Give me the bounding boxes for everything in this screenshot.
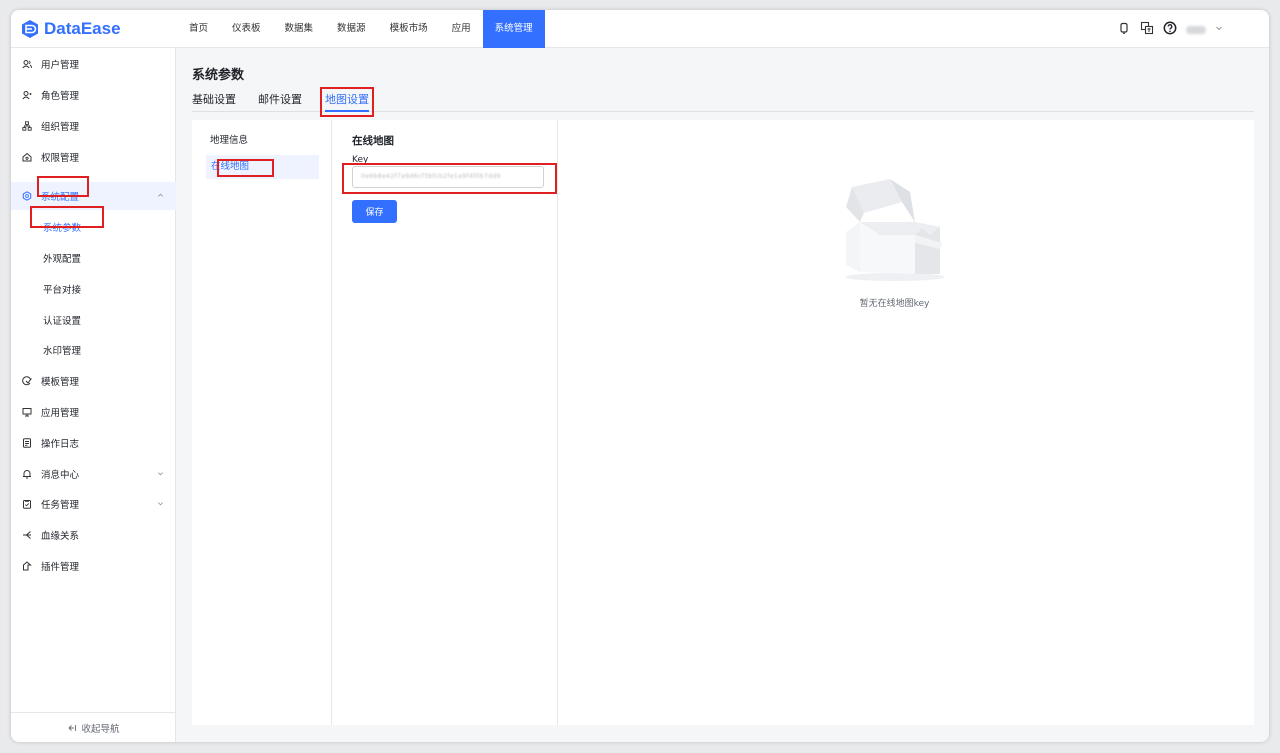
map-settings-card: 地理信息 在线地图 在线地图 Key 0e6b8e42f7a9d6cf3bfcb… xyxy=(192,120,1254,725)
chevron-down-icon xyxy=(158,472,163,476)
dataease-logo-icon xyxy=(22,20,38,38)
logo-text: DataEase xyxy=(44,19,121,38)
sidebar-item-label: 操作日志 xyxy=(41,439,80,450)
help-icon[interactable] xyxy=(1163,21,1177,35)
user-icon xyxy=(22,60,32,69)
chevron-down-icon[interactable] xyxy=(1215,24,1223,32)
map-menu-online-map[interactable]: 在线地图 xyxy=(206,155,319,179)
sidebar-item-message-center[interactable]: 消息中心 xyxy=(11,460,176,488)
key-input[interactable]: 0e6b8e42f7a9d6cf3bfcb2fe1a9f4f0b7dd9 xyxy=(352,166,544,188)
sidebar-item-permission-management[interactable]: 权限管理 xyxy=(11,143,176,171)
app-icon xyxy=(22,408,32,417)
header-tools xyxy=(1117,21,1223,35)
settings-icon xyxy=(22,191,32,201)
sidebar: 用户管理 角色管理 组织管理 权限管理 系统配置 系统参数 外观配置 平台对接 … xyxy=(11,48,176,742)
sidebar-item-task-management[interactable]: 任务管理 xyxy=(11,490,176,518)
log-icon xyxy=(23,438,31,448)
top-header: DataEase 首页 仪表板 数据集 数据源 模板市场 应用 系统管理 xyxy=(11,10,1269,48)
sidebar-item-label: 用户管理 xyxy=(41,60,80,71)
sidebar-item-plugin-management[interactable]: 插件管理 xyxy=(11,552,176,580)
sidebar-item-lineage[interactable]: 血缘关系 xyxy=(11,521,176,549)
sidebar-item-user-management[interactable]: 用户管理 xyxy=(11,50,176,78)
sidebar-item-operation-log[interactable]: 操作日志 xyxy=(11,429,176,457)
sidebar-item-label: 插件管理 xyxy=(41,562,80,573)
settings-tabs: 基础设置 邮件设置 地图设置 xyxy=(192,91,1254,112)
translate-icon[interactable] xyxy=(1140,21,1154,35)
collapse-nav-label: 收起导航 xyxy=(81,723,120,735)
sidebar-item-label: 应用管理 xyxy=(41,408,80,419)
sidebar-item-org-management[interactable]: 组织管理 xyxy=(11,112,176,140)
map-menu: 地理信息 在线地图 xyxy=(192,120,332,725)
sidebar-item-label: 组织管理 xyxy=(41,122,80,133)
sidebar-sub-item-platform[interactable]: 平台对接 xyxy=(11,275,176,303)
map-menu-geo-info[interactable]: 地理信息 xyxy=(210,129,248,153)
permission-icon xyxy=(22,152,32,162)
nav-dashboard[interactable]: 仪表板 xyxy=(220,10,273,48)
top-nav: 首页 仪表板 数据集 数据源 模板市场 应用 系统管理 xyxy=(177,10,545,48)
notification-icon[interactable] xyxy=(1117,21,1131,35)
page-title: 系统参数 xyxy=(192,68,245,83)
key-value: 0e6b8e42f7a9d6cf3bfcb2fe1a9f4f0b7dd9 xyxy=(361,173,501,180)
nav-system-management[interactable]: 系统管理 xyxy=(482,10,545,48)
save-button[interactable]: 保存 xyxy=(352,200,397,223)
chevron-down-icon xyxy=(158,502,163,506)
logo[interactable]: DataEase xyxy=(20,18,121,40)
empty-state-text: 暂无在线地图key xyxy=(859,299,930,309)
sidebar-item-label: 血缘关系 xyxy=(41,531,80,542)
app-window: DataEase 首页 仪表板 数据集 数据源 模板市场 应用 系统管理 用户管… xyxy=(11,10,1269,742)
online-map-title: 在线地图 xyxy=(352,135,394,147)
empty-box-icon xyxy=(845,179,945,281)
plugin-icon xyxy=(23,561,32,571)
tab-map-settings[interactable]: 地图设置 xyxy=(325,91,369,112)
nav-template-market[interactable]: 模板市场 xyxy=(378,10,440,48)
user-name-blurred[interactable] xyxy=(1186,25,1206,34)
collapse-icon xyxy=(68,724,77,731)
sidebar-item-role-management[interactable]: 角色管理 xyxy=(11,81,176,109)
sidebar-sub-item-system-params[interactable]: 系统参数 xyxy=(11,213,176,241)
sidebar-item-system-config[interactable]: 系统配置 xyxy=(11,182,176,210)
sidebar-item-label: 权限管理 xyxy=(41,153,80,164)
sidebar-item-label: 消息中心 xyxy=(41,470,80,481)
sidebar-sub-item-auth[interactable]: 认证设置 xyxy=(11,306,176,334)
nav-home[interactable]: 首页 xyxy=(177,10,220,48)
template-icon xyxy=(22,376,32,386)
sidebar-item-label: 角色管理 xyxy=(41,91,80,102)
lineage-icon xyxy=(23,531,31,539)
online-map-form: 在线地图 Key 0e6b8e42f7a9d6cf3bfcb2fe1a9f4f0… xyxy=(332,120,558,725)
nav-datasource[interactable]: 数据源 xyxy=(325,10,378,48)
sidebar-item-label: 系统配置 xyxy=(41,192,80,203)
sidebar-item-label: 模板管理 xyxy=(41,377,80,388)
tab-mail-settings[interactable]: 邮件设置 xyxy=(258,91,302,112)
bell-icon xyxy=(23,470,31,479)
key-label: Key xyxy=(352,155,369,165)
tab-basic-settings[interactable]: 基础设置 xyxy=(192,91,236,112)
sidebar-item-app-management[interactable]: 应用管理 xyxy=(11,398,176,426)
sidebar-sub-item-watermark[interactable]: 水印管理 xyxy=(11,336,176,364)
sidebar-item-template-management[interactable]: 模板管理 xyxy=(11,367,176,395)
chevron-up-icon xyxy=(158,193,163,197)
role-icon xyxy=(22,91,32,100)
sidebar-sub-item-appearance[interactable]: 外观配置 xyxy=(11,244,176,272)
task-icon xyxy=(23,500,31,509)
sidebar-item-label: 任务管理 xyxy=(41,500,80,511)
nav-dataset[interactable]: 数据集 xyxy=(273,10,326,48)
collapse-nav-button[interactable]: 收起导航 xyxy=(11,712,176,742)
org-icon xyxy=(22,121,32,131)
nav-app[interactable]: 应用 xyxy=(440,10,483,48)
